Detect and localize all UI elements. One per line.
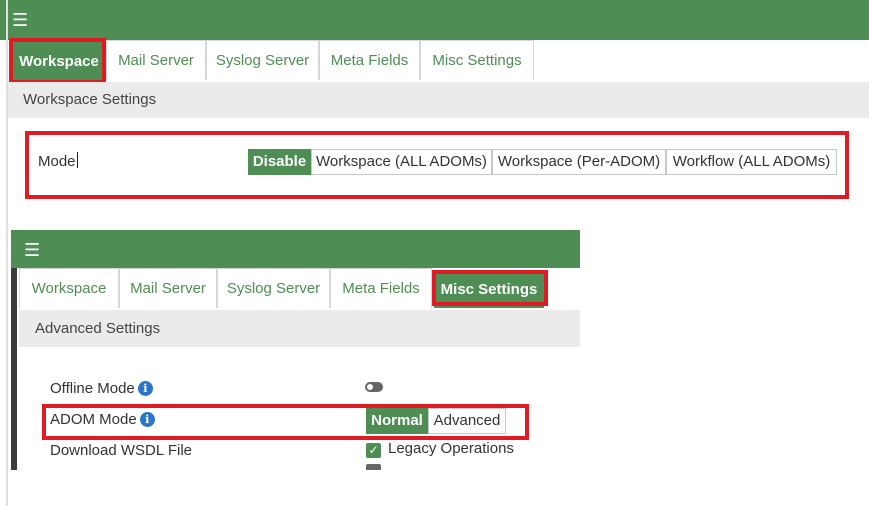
adom-mode-option-normal[interactable]: Normal — [366, 408, 428, 434]
download-wsdl-label: Download WSDL File — [50, 442, 192, 459]
adom-mode-text: ADOM Mode — [50, 411, 137, 428]
offline-mode-label: Offline Mode i — [50, 380, 153, 397]
tab-misc-settings[interactable]: Misc Settings — [420, 40, 534, 80]
tab-syslog-server[interactable]: Syslog Server — [217, 268, 330, 308]
text-cursor — [76, 152, 78, 168]
info-icon[interactable]: i — [139, 412, 155, 427]
legacy-operations-checkbox[interactable]: ✓ — [366, 443, 381, 458]
offline-mode-text: Offline Mode — [50, 380, 135, 397]
hamburger-menu-icon[interactable]: ☰ — [12, 11, 28, 29]
mode-option-disable[interactable]: Disable — [248, 149, 311, 175]
mode-label-text: Mode — [38, 153, 76, 170]
section-header-advanced-settings: Advanced Settings — [19, 310, 580, 347]
tab-workspace[interactable]: Workspace — [12, 41, 106, 81]
mode-option-workflow-all-adoms[interactable]: Workflow (ALL ADOMs) — [666, 149, 837, 175]
top-header-bar: ☰ — [0, 0, 869, 40]
bottom-header-bar: ☰ — [11, 230, 580, 268]
mode-segmented-control: Disable Workspace (ALL ADOMs) Workspace … — [248, 149, 840, 177]
tab-misc-settings[interactable]: Misc Settings — [434, 270, 544, 308]
tab-mail-server[interactable]: Mail Server — [119, 268, 217, 308]
hamburger-menu-icon[interactable]: ☰ — [24, 241, 40, 259]
info-icon[interactable]: i — [137, 381, 153, 396]
window-edge — [6, 0, 8, 506]
mode-option-workspace-all-adoms[interactable]: Workspace (ALL ADOMs) — [311, 149, 492, 175]
clip-cover — [0, 470, 580, 506]
tab-workspace[interactable]: Workspace — [19, 268, 119, 308]
adom-mode-segmented-control: Normal Advanced — [366, 408, 506, 434]
mode-option-workspace-per-adom[interactable]: Workspace (Per-ADOM) — [492, 149, 666, 175]
adom-mode-label: ADOM Mode i — [50, 411, 155, 428]
tab-meta-fields[interactable]: Meta Fields — [319, 40, 420, 80]
offline-mode-toggle[interactable] — [365, 382, 383, 392]
tab-meta-fields[interactable]: Meta Fields — [330, 268, 432, 308]
tab-syslog-server[interactable]: Syslog Server — [206, 40, 319, 80]
legacy-operations-label: Legacy Operations — [388, 440, 514, 457]
mode-label: Mode — [38, 152, 78, 170]
tab-mail-server[interactable]: Mail Server — [106, 40, 206, 80]
section-title: Workspace Settings — [23, 91, 157, 108]
bottom-tab-strip: Workspace Mail Server Syslog Server Meta… — [19, 268, 580, 310]
adom-mode-option-advanced[interactable]: Advanced — [428, 408, 506, 434]
section-header-workspace-settings: Workspace Settings — [8, 82, 869, 118]
section-title: Advanced Settings — [35, 320, 161, 337]
